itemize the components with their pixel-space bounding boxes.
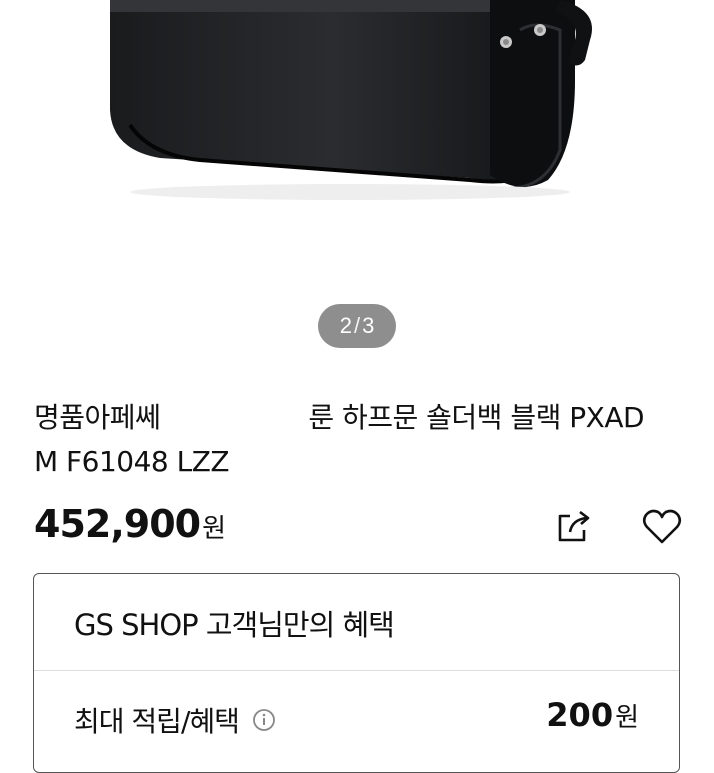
product-photo-bag bbox=[110, 0, 592, 200]
page-separator: / bbox=[353, 313, 361, 338]
product-title-brand: 명품아페쎄 bbox=[34, 401, 161, 434]
benefits-divider bbox=[34, 670, 679, 671]
current-page: 2 bbox=[339, 313, 352, 338]
benefits-panel: GS SHOP 고객님만의 혜택 최대 적립/혜택 200원 bbox=[33, 573, 680, 773]
like-button[interactable] bbox=[640, 504, 684, 548]
info-icon[interactable] bbox=[252, 706, 276, 731]
price-amount: 452,900 bbox=[34, 502, 201, 546]
benefits-title: GS SHOP 고객님만의 혜택 bbox=[74, 608, 395, 642]
carousel-page-indicator: 2/3 bbox=[318, 304, 396, 348]
total-pages: 3 bbox=[362, 313, 375, 338]
product-image[interactable] bbox=[0, 0, 714, 300]
share-button[interactable] bbox=[552, 504, 596, 548]
heart-icon bbox=[642, 509, 682, 544]
product-title-name: 룬 하프문 숄더백 블랙 PXAD bbox=[308, 401, 645, 434]
product-title-code: M F61048 LZZ bbox=[34, 445, 230, 478]
benefit-row-max-points[interactable]: 최대 적립/혜택 200원 bbox=[74, 696, 639, 738]
product-price: 452,900원 bbox=[34, 502, 226, 546]
benefit-label: 최대 적립/혜택 bbox=[74, 705, 240, 738]
price-unit: 원 bbox=[202, 514, 226, 544]
benefit-value: 200원 bbox=[546, 696, 639, 734]
share-icon bbox=[558, 510, 590, 542]
product-title: 명품아페쎄 룬 하프문 숄더백 블랙 PXAD M F61048 LZZ bbox=[34, 396, 674, 484]
